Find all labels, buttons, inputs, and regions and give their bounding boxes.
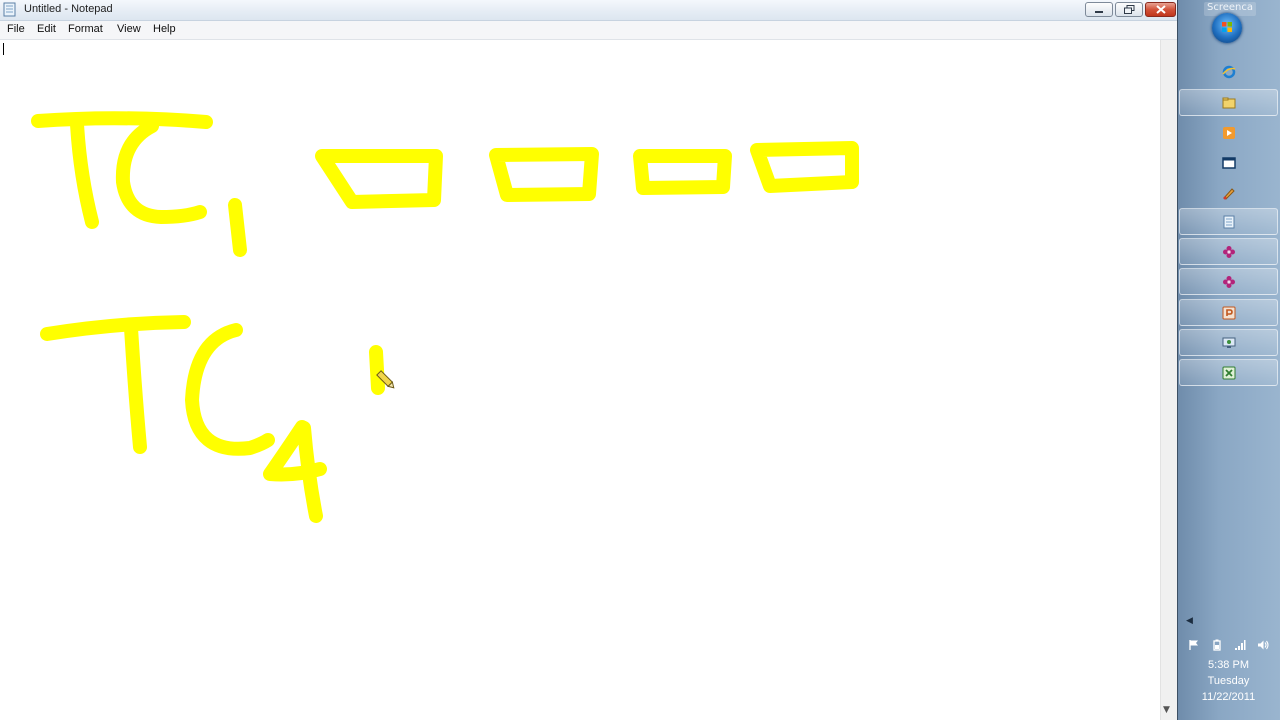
notepad-app-icon[interactable]: [3, 2, 16, 17]
signal-icon[interactable]: [1234, 639, 1246, 651]
scroll-down-arrow-icon[interactable]: ▼: [1163, 705, 1170, 715]
menu-edit[interactable]: Edit: [37, 23, 56, 35]
volume-icon[interactable]: [1257, 639, 1269, 651]
media-player-icon: [1222, 126, 1235, 139]
taskbar-powerpoint[interactable]: [1179, 299, 1278, 326]
internet-explorer-icon: [1221, 65, 1235, 78]
clock-time[interactable]: 5:38 PM: [1179, 659, 1278, 671]
taskbar-flower-app-2[interactable]: [1179, 268, 1278, 295]
close-icon: [1155, 5, 1166, 14]
flower-app-icon: [1222, 245, 1235, 258]
taskbar-excel[interactable]: [1179, 359, 1278, 386]
power-icon[interactable]: [1211, 639, 1223, 651]
clock-date[interactable]: 11/22/2011: [1179, 691, 1278, 703]
menu-file[interactable]: File: [7, 23, 25, 35]
minimize-button[interactable]: [1085, 2, 1113, 17]
taskbar-scroll-left-arrow-icon[interactable]: ◀: [1186, 616, 1193, 626]
taskbar-media-player[interactable]: [1179, 119, 1278, 146]
system-tray: [1182, 637, 1274, 653]
restore-icon: [1123, 5, 1134, 14]
taskbar-flower-app-1[interactable]: [1179, 238, 1278, 265]
restore-button[interactable]: [1115, 2, 1143, 17]
paint-icon: [1222, 187, 1235, 200]
clock-day[interactable]: Tuesday: [1179, 675, 1278, 687]
window-icon: [1221, 156, 1236, 169]
text-editor[interactable]: [0, 40, 1160, 720]
taskbar-notepad[interactable]: [1179, 208, 1278, 235]
close-button[interactable]: [1145, 2, 1176, 17]
window-title: Untitled - Notepad: [24, 3, 113, 15]
taskbar-paint[interactable]: [1179, 179, 1278, 206]
menu-format[interactable]: Format: [68, 23, 103, 35]
taskbar-remote-desktop[interactable]: [1179, 329, 1278, 356]
file-explorer-icon: [1222, 97, 1235, 108]
minimize-icon: [1095, 10, 1103, 13]
taskbar-internet-explorer[interactable]: [1179, 58, 1278, 85]
notepad-window: Untitled - Notepad File Edit Format View…: [0, 0, 1177, 720]
powerpoint-icon: [1222, 306, 1235, 319]
flag-icon[interactable]: [1188, 639, 1200, 651]
notepad-icon: [1223, 215, 1234, 228]
remote-desktop-icon: [1222, 337, 1235, 348]
excel-icon: [1222, 366, 1235, 379]
menu-bar: File Edit Format View Help: [0, 21, 1177, 40]
menu-view[interactable]: View: [117, 23, 141, 35]
title-bar[interactable]: Untitled - Notepad: [0, 0, 1177, 21]
taskbar-file-explorer[interactable]: [1179, 89, 1278, 116]
vertical-scrollbar[interactable]: [1160, 40, 1177, 720]
flower-app-icon: [1222, 275, 1235, 288]
menu-help[interactable]: Help: [153, 23, 176, 35]
windows-logo-icon: [1222, 22, 1232, 32]
taskbar-window[interactable]: [1179, 149, 1278, 176]
text-caret: [3, 43, 4, 55]
start-button[interactable]: [1212, 13, 1242, 43]
